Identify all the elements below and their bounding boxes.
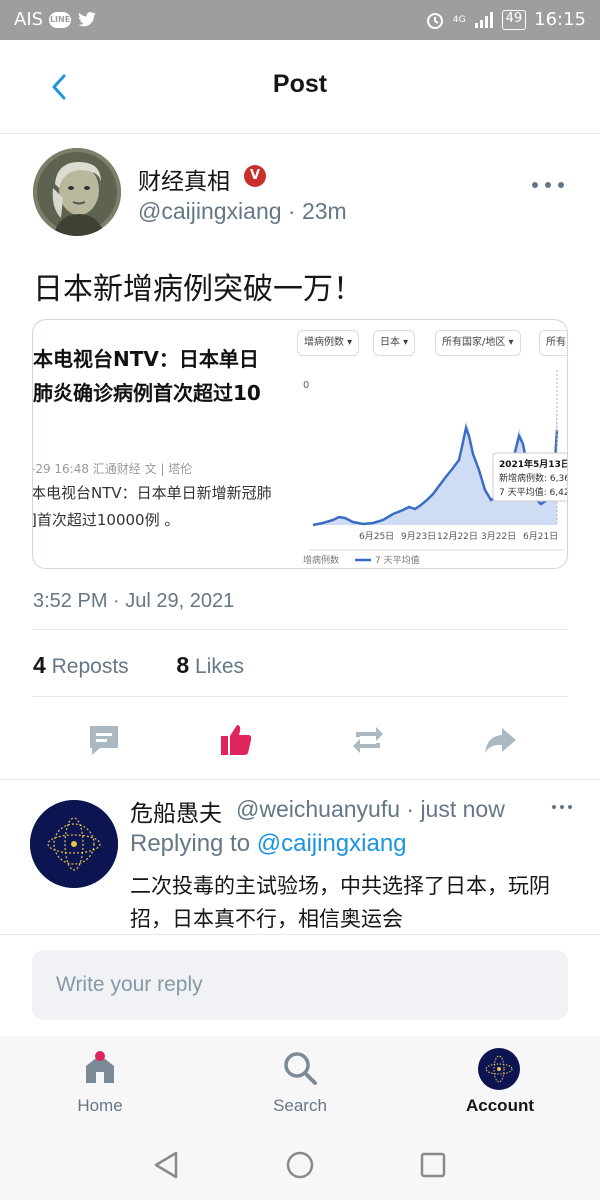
nav-home-label: Home (77, 1096, 123, 1115)
nav-search[interactable]: Search (240, 1036, 360, 1128)
reposts-label: Reposts (51, 655, 129, 678)
status-bar: AIS LINE 4G 49 16:15 (0, 0, 600, 40)
legend-label: 增病例数 (303, 554, 339, 566)
legend-label: 7 天平均值 (375, 554, 420, 566)
search-icon (284, 1052, 317, 1085)
nav-home[interactable]: Home (40, 1036, 160, 1128)
replying-to: Replying to @caijingxiang (130, 830, 407, 858)
x-tick-label: 12月22日 (437, 531, 478, 542)
body-line: ]首次超过10000例 。 (33, 511, 180, 529)
article-body: 本电视台NTV：日本单日新增新冠肺 ]首次超过10000例 。 (33, 480, 303, 534)
tooltip-line: 新增病例数: 6,367 (499, 472, 568, 484)
author-avatar[interactable] (33, 148, 121, 236)
more-icon[interactable] (532, 178, 568, 192)
reply-more-icon[interactable] (552, 805, 572, 809)
engagement-stats: 4 Reposts 8 Likes (33, 652, 244, 679)
like-icon[interactable] (218, 722, 254, 758)
bottom-nav: Home Search Account (0, 1036, 600, 1128)
replying-prefix: Replying to (130, 830, 251, 857)
body-line: 本电视台NTV：日本单日新增新冠肺 (33, 484, 272, 502)
clock: 16:15 (534, 9, 586, 30)
nav-account-label: Account (466, 1096, 534, 1115)
reposts-count: 4 (33, 652, 46, 678)
reply-handle-time[interactable]: @weichuanyufu · just now (236, 796, 505, 823)
battery-indicator: 49 (501, 9, 527, 30)
likes-label: Likes (195, 655, 245, 678)
reply-input[interactable] (32, 950, 568, 1020)
repost-icon[interactable] (350, 722, 386, 758)
likes-stat[interactable]: 8 Likes (176, 652, 245, 678)
nav-search-label: Search (273, 1096, 327, 1115)
recents-square-icon[interactable] (420, 1152, 446, 1178)
verified-badge: V (244, 165, 266, 187)
page-title: Post (272, 70, 328, 98)
article-preview: 本电视台NTV：日本单日 肺炎确诊病例首次超过10 -29 16:48 汇通财经… (33, 320, 303, 568)
likes-count: 8 (176, 652, 190, 678)
headline-line: 肺炎确诊病例首次超过10 (33, 381, 261, 405)
top-header: Post (0, 40, 600, 134)
x-tick-label: 3月22日 (481, 531, 516, 542)
line-app-icon: LINE (49, 11, 72, 28)
avatar-portrait (33, 148, 121, 236)
atom-avatar-icon (30, 800, 118, 888)
post-text: 日本新增病例突破一万！ (33, 272, 363, 307)
alarm-icon (426, 12, 443, 29)
divider (0, 779, 600, 780)
tooltip-date: 2021年5月13日 (499, 458, 568, 470)
x-tick-label: 6月21日 (523, 531, 558, 542)
system-navigation-bar (0, 1128, 600, 1200)
divider (32, 629, 568, 630)
nav-account[interactable]: Account (440, 1036, 560, 1128)
signal-icon (474, 11, 493, 28)
x-tick-label: 9月23日 (401, 531, 436, 542)
author-name[interactable]: 财经真相 (138, 162, 230, 196)
back-triangle-icon[interactable] (152, 1150, 180, 1180)
comment-icon[interactable] (86, 722, 122, 758)
reply-text: 二次投毒的主试验场，中共选择了日本，玩阴招，日本真不行，相信奥运会 (130, 874, 550, 931)
chart-screenshot: 增病例数 ▾ 日本 ▾ 所有国家/地区 ▾ 所有 0 2021年5月13日 新增… (297, 320, 568, 568)
twitter-bird-icon (78, 11, 96, 26)
account-avatar-icon (478, 1048, 520, 1090)
post-timestamp: 3:52 PM · Jul 29, 2021 (33, 590, 235, 612)
reply-author-name[interactable]: 危船愚夫 (130, 794, 222, 828)
article-headline: 本电视台NTV：日本单日 肺炎确诊病例首次超过10 (33, 342, 303, 410)
y-tick-label: 0 (303, 380, 309, 391)
carrier-label: AIS (14, 9, 44, 30)
home-icon (86, 1051, 114, 1083)
reply-avatar[interactable] (30, 800, 118, 888)
tooltip-line: 7 天平均值: 6,425 (499, 486, 568, 498)
home-circle-icon[interactable] (285, 1150, 315, 1180)
replying-to-handle[interactable]: @caijingxiang (257, 830, 407, 857)
author-handle-time[interactable]: @caijingxiang · 23m (138, 198, 347, 225)
x-tick-label: 6月25日 (359, 531, 394, 542)
share-icon[interactable] (482, 722, 518, 758)
article-meta: -29 16:48 汇通财经 文 | 塔伦 (33, 462, 193, 476)
reposts-stat[interactable]: 4 Reposts (33, 652, 129, 678)
case-chart: 0 2021年5月13日 新增病例数: 6,367 7 天平均值: 6,425 … (303, 370, 568, 566)
divider (32, 696, 568, 697)
link-preview-card[interactable]: 本电视台NTV：日本单日 肺炎确诊病例首次超过10 -29 16:48 汇通财经… (32, 319, 568, 569)
headline-line: 本电视台NTV：日本单日 (33, 347, 259, 371)
network-type: 4G (452, 14, 466, 25)
